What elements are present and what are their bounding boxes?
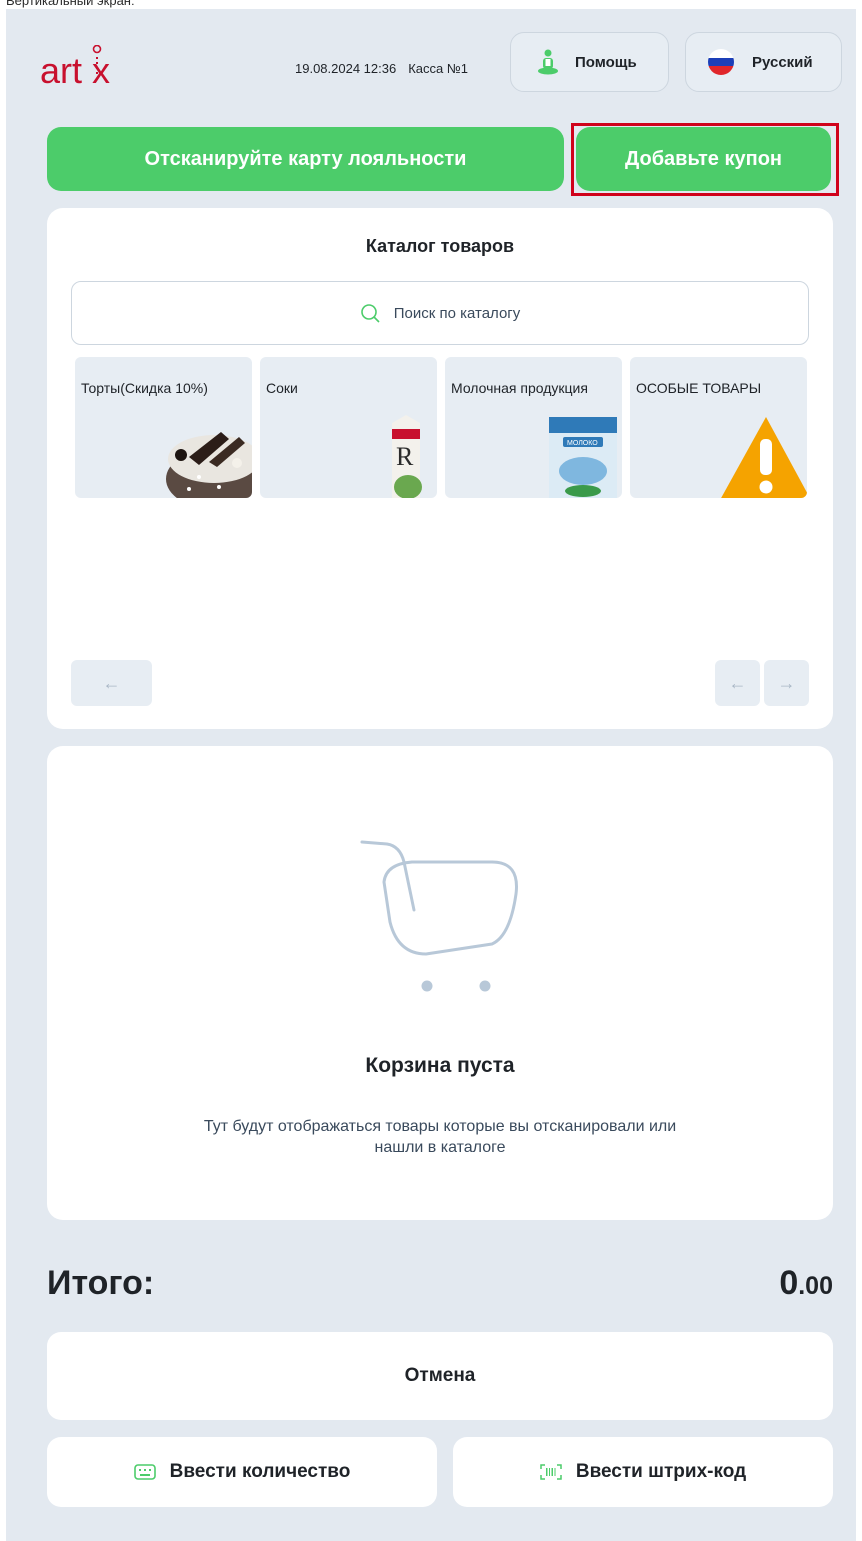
quantity-label: Ввести количество (169, 1461, 351, 1482)
empty-cart-description: Тут будут отображаться товары которые вы… (203, 1118, 677, 1156)
category-label: ОСОБЫЕ ТОВАРЫ (636, 380, 762, 396)
catalog-prev-page-button[interactable]: ← (715, 660, 760, 706)
category-special[interactable]: ОСОБЫЕ ТОВАРЫ (630, 357, 807, 498)
cancel-button[interactable]: Отмена (47, 1332, 833, 1420)
catalog-title: Каталог товаров (365, 236, 515, 256)
catalog-prev-button[interactable]: ← (71, 660, 152, 706)
search-icon (360, 304, 380, 323)
milk-pack-image: МОЛОКО (549, 417, 617, 498)
total-decimal: .00 (798, 1272, 833, 1300)
russia-flag-icon (708, 49, 734, 75)
help-person-icon (538, 49, 558, 75)
catalog-panel: Каталог товаров Поиск по каталогу Торты(… (47, 208, 833, 729)
kiosk-screen: art x 19.08.2024 12:36 Касса №1 Помощь Р… (6, 9, 856, 1541)
category-label: Молочная продукция (451, 380, 588, 396)
cart-panel: Корзина пуста Тут будут отображаться тов… (47, 746, 833, 1220)
keyboard-icon (133, 1464, 156, 1480)
juice-carton-image: R (392, 415, 422, 498)
barcode-icon (540, 1464, 562, 1480)
total-amount: 0.00 (779, 1264, 833, 1303)
language-label: Русский (752, 53, 813, 71)
help-label: Помощь (575, 53, 637, 71)
help-button[interactable]: Помощь (510, 32, 669, 92)
category-juices[interactable]: Соки R (260, 357, 437, 498)
scan-loyalty-card-button[interactable]: Отсканируйте карту лояльности (47, 127, 564, 191)
catalog-search-input[interactable]: Поиск по каталогу (71, 281, 809, 345)
category-label: Соки (266, 380, 298, 396)
warning-triangle-icon (721, 417, 807, 498)
datetime: 19.08.2024 12:36 (295, 61, 397, 76)
catalog-next-button[interactable]: → (764, 660, 809, 706)
category-list: Торты(Скидка 10%) Соки R Молочная продук… (75, 357, 807, 498)
search-placeholder: Поиск по каталогу (393, 304, 521, 322)
svg-text:art: art (40, 50, 82, 91)
empty-cart-icon (360, 840, 518, 992)
barcode-label: Ввести штрих-код (575, 1461, 747, 1482)
category-label: Торты(Скидка 10%) (81, 380, 208, 396)
enter-quantity-button[interactable]: Ввести количество (47, 1437, 437, 1507)
total-integer: 0 (779, 1264, 799, 1302)
artix-logo: art x (40, 45, 110, 91)
empty-cart-title: Корзина пуста (365, 1054, 515, 1077)
enter-barcode-button[interactable]: Ввести штрих-код (453, 1437, 833, 1507)
add-coupon-button[interactable]: Добавьте купон (576, 127, 831, 191)
category-dairy[interactable]: Молочная продукция МОЛОКО (445, 357, 622, 498)
cake-image (166, 432, 252, 498)
svg-text:R: R (396, 442, 414, 471)
screen-caption: Вертикальный экран: (6, 0, 135, 8)
svg-text:x: x (92, 50, 110, 91)
category-cakes[interactable]: Торты(Скидка 10%) (75, 357, 252, 498)
register-number: Касса №1 (408, 61, 469, 76)
total-label: Итого: (47, 1264, 155, 1302)
svg-text:МОЛОКО: МОЛОКО (567, 440, 598, 447)
language-button[interactable]: Русский (685, 32, 842, 92)
header-info: 19.08.2024 12:36 Касса №1 (295, 61, 468, 76)
